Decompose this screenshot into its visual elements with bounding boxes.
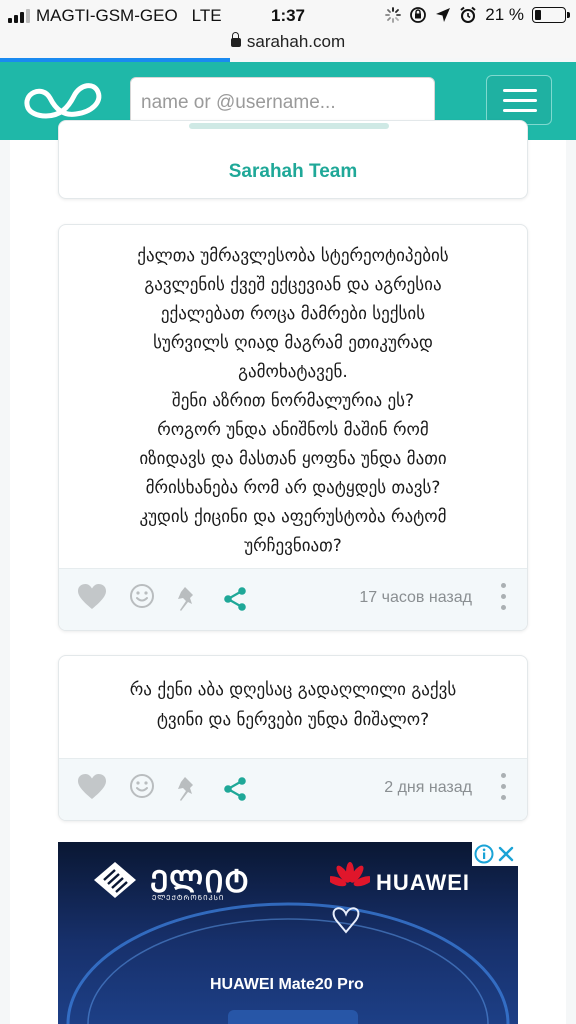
url-bar[interactable]: sarahah.com <box>0 32 576 58</box>
battery-percent: 21 % <box>485 5 524 24</box>
infinity-logo-icon[interactable] <box>20 76 108 124</box>
alarm-icon <box>460 6 476 23</box>
message-line: კუდის ქიცინი და აფერუსტობა რატომ <box>139 507 447 527</box>
hamburger-line <box>503 99 537 102</box>
message-footer: 2 дня назад <box>59 758 527 820</box>
hamburger-menu-icon <box>503 89 537 92</box>
message-line: მრისხანება რომ არ დატყდეს თავს? <box>145 478 441 498</box>
message-text: რა ქენი აბა დღესაც გადაღლილი გაქვს ტვინი… <box>59 656 527 735</box>
ad-product-name: HUAWEI Mate20 Pro <box>210 976 364 993</box>
ad-brand-left-sub: ᲔᲚᲔᲥᲢᲠᲝᲜᲘᲙᲡᲘ <box>152 895 225 902</box>
battery-fill <box>535 10 541 20</box>
location-arrow-icon <box>436 8 451 22</box>
message-line: როგორ უნდა ანიშნოს მაშინ რომ <box>157 420 429 440</box>
share-icon[interactable] <box>223 776 247 802</box>
lock-icon <box>230 32 241 47</box>
share-icon[interactable] <box>223 586 247 612</box>
search-placeholder: name or @username... <box>141 92 336 113</box>
message-line: ექალებათ როცა მამრები სექსის <box>160 304 426 324</box>
smiley-icon[interactable] <box>129 773 155 799</box>
ad-info-icon[interactable] <box>474 844 494 864</box>
clipped-text-remnant <box>189 123 389 129</box>
battery-icon <box>532 7 570 23</box>
ad-close-icon[interactable] <box>497 845 515 863</box>
orientation-lock-icon <box>410 7 427 23</box>
message-card: რა ქენი აბა დღესაც გადაღლილი გაქვს ტვინი… <box>58 655 528 821</box>
advertisement-banner[interactable]: ᲔᲚᲘᲢ ᲔᲚᲔᲥᲢᲠᲝᲜᲘᲙᲡᲘ HUAWEI HUAWEI Mate20 P… <box>58 842 518 1024</box>
message-line: ქალთა უმრავლესობა სტერეოტიპების <box>137 246 449 266</box>
status-bar: MAGTI-GSM-GEO LTE 1:37 21 % <box>0 0 576 32</box>
status-right: 21 % <box>385 5 570 25</box>
message-line: სურვილს ღიად მაგრამ ეთიკურად <box>153 333 433 353</box>
heart-icon[interactable] <box>77 583 107 611</box>
message-card: ქალთა უმრავლესობა სტერეოტიპების გავლენის… <box>58 224 528 631</box>
url-text: sarahah.com <box>246 32 346 51</box>
hamburger-line <box>503 109 537 112</box>
message-line: გამოხატავენ. <box>238 362 348 382</box>
ad-choices-badge[interactable] <box>472 842 518 866</box>
ad-brand-right: HUAWEI <box>376 870 470 895</box>
message-line: ურჩევნიათ? <box>244 536 342 556</box>
message-timestamp: 2 дня назад <box>384 779 472 796</box>
message-line: ტვინი და ნერვები უნდა მიშალო? <box>156 710 430 730</box>
message-timestamp: 17 часов назад <box>359 589 472 606</box>
message-line: იზიდავს და მასთან ყოფნა უნდა მათი <box>139 449 447 469</box>
message-footer: 17 часов назад <box>59 568 527 630</box>
message-line: გავლენის ქვეშ ექცევიან და აგრესია <box>144 275 442 295</box>
menu-button[interactable] <box>486 75 552 125</box>
more-options-icon[interactable] <box>501 583 507 613</box>
message-text: ქალთა უმრავლესობა სტერეოტიპების გავლენის… <box>59 225 527 561</box>
smiley-icon[interactable] <box>129 583 155 609</box>
message-line: შენი აზრით ნორმალურია ეს? <box>171 391 415 411</box>
elit-logo-icon <box>94 862 136 898</box>
heart-icon[interactable] <box>77 773 107 801</box>
pin-icon[interactable] <box>175 775 201 803</box>
pin-icon[interactable] <box>175 585 201 613</box>
huawei-logo-icon <box>330 862 370 887</box>
message-line: რა ქენი აბა დღესაც გადაღლილი გაქვს <box>129 680 457 700</box>
loading-spinner-icon <box>385 7 402 23</box>
more-options-icon[interactable] <box>501 773 507 803</box>
team-label[interactable]: Sarahah Team <box>59 161 527 183</box>
team-card: Sarahah Team <box>58 120 528 199</box>
